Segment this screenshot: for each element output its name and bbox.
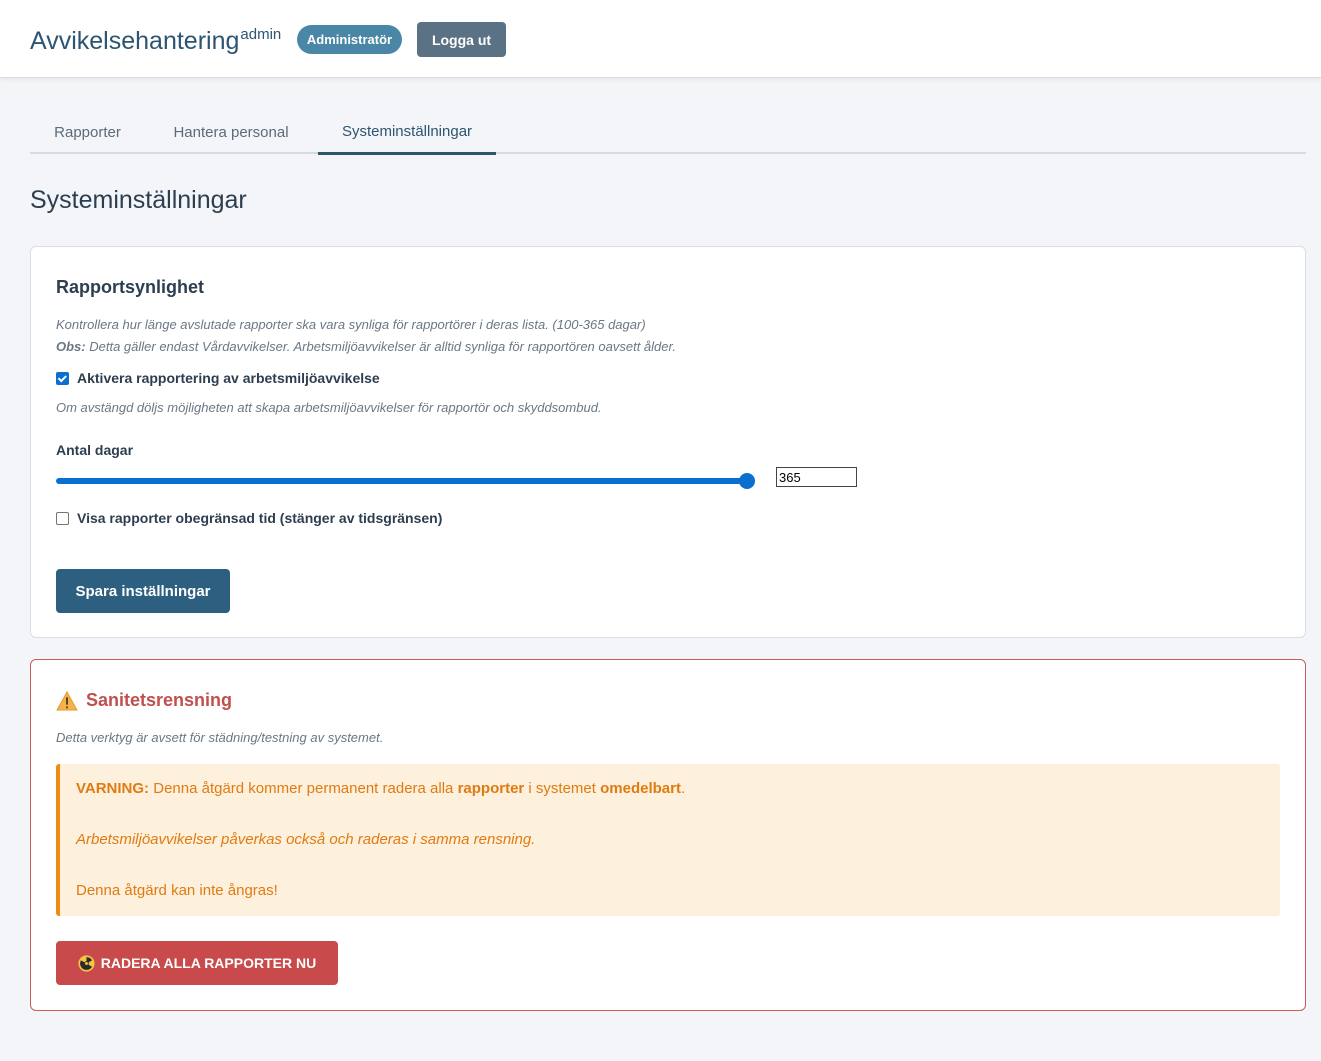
warning-label: VARNING: [76,780,150,797]
enable-work-env-label: Aktivera rapportering av arbetsmiljöavvi… [77,370,380,386]
tab-reports[interactable]: Rapporter [30,110,145,154]
sanitize-title-row: Sanitetsrensning [56,690,232,711]
sanitize-title: Sanitetsrensning [86,690,233,710]
days-slider-track [56,478,755,484]
role-badge: Administratör [297,25,402,54]
warning-line-1: VARNING: Denna åtgärd kommer permanent r… [76,780,685,797]
tab-manage-staff[interactable]: Hantera personal [158,110,304,154]
warning-text-2: i systemet [524,780,601,797]
days-number-input[interactable]: 365 [776,467,857,487]
sanitize-card: Sanitetsrensning Detta verktyg är avsett… [30,659,1306,1011]
report-visibility-card: Rapportsynlighet Kontrollera hur länge a… [30,246,1306,638]
page-title: Systeminställningar [30,186,247,214]
unlimited-row[interactable]: Visa rapporter obegränsad tid (stänger a… [56,510,442,526]
unlimited-checkbox[interactable] [56,511,69,525]
delete-all-reports-button[interactable]: RADERA ALLA RAPPORTER NU [56,941,338,985]
days-slider[interactable] [56,471,755,491]
report-visibility-description: Kontrollera hur länge avslutade rapporte… [56,317,646,332]
app-title-suffix: admin [240,26,282,43]
warning-bold-reports: rapporter [457,780,525,797]
days-label: Antal dagar [56,442,134,458]
app-header: Avvikelsehanteringadmin Administratör Lo… [0,0,1321,78]
logout-button[interactable]: Logga ut [417,22,506,57]
save-settings-button[interactable]: Spara inställningar [56,569,230,613]
app-title: Avvikelsehantering [30,27,240,55]
enable-work-env-checkbox[interactable] [56,371,69,385]
tab-bar: Rapporter Hantera personal Systeminställ… [30,110,1306,155]
report-visibility-title: Rapportsynlighet [56,277,205,297]
warning-line-3: Denna åtgärd kan inte ångras! [76,882,278,899]
sanitize-description: Detta verktyg är avsett för städning/tes… [56,730,384,745]
warning-line-2: Arbetsmiljöavvikelser påverkas också och… [76,831,536,848]
tab-system-settings[interactable]: Systeminställningar [318,110,496,155]
delete-all-reports-label: RADERA ALLA RAPPORTER NU [100,955,317,971]
radioactive-icon [78,954,95,972]
enable-work-env-row[interactable]: Aktivera rapportering av arbetsmiljöavvi… [56,370,380,386]
warning-box: VARNING: Denna åtgärd kommer permanent r… [56,764,1280,916]
warning-text-3: . [680,780,686,797]
note-prefix: Obs: [56,339,86,354]
app-brand: Avvikelsehanteringadmin [30,26,281,56]
warning-icon [56,690,78,711]
note-text: Detta gäller endast Vårdavvikelser. Arbe… [85,339,676,354]
report-visibility-note: Obs: Detta gäller endast Vårdavvikelser.… [56,339,676,354]
unlimited-label: Visa rapporter obegränsad tid (stänger a… [77,510,443,526]
warning-bold-immediately: omedelbart [600,780,681,797]
warning-text-1: Denna åtgärd kommer permanent radera all… [149,780,458,797]
enable-work-env-help: Om avstängd döljs möjligheten att skapa … [56,400,602,415]
days-slider-thumb[interactable] [739,473,755,489]
